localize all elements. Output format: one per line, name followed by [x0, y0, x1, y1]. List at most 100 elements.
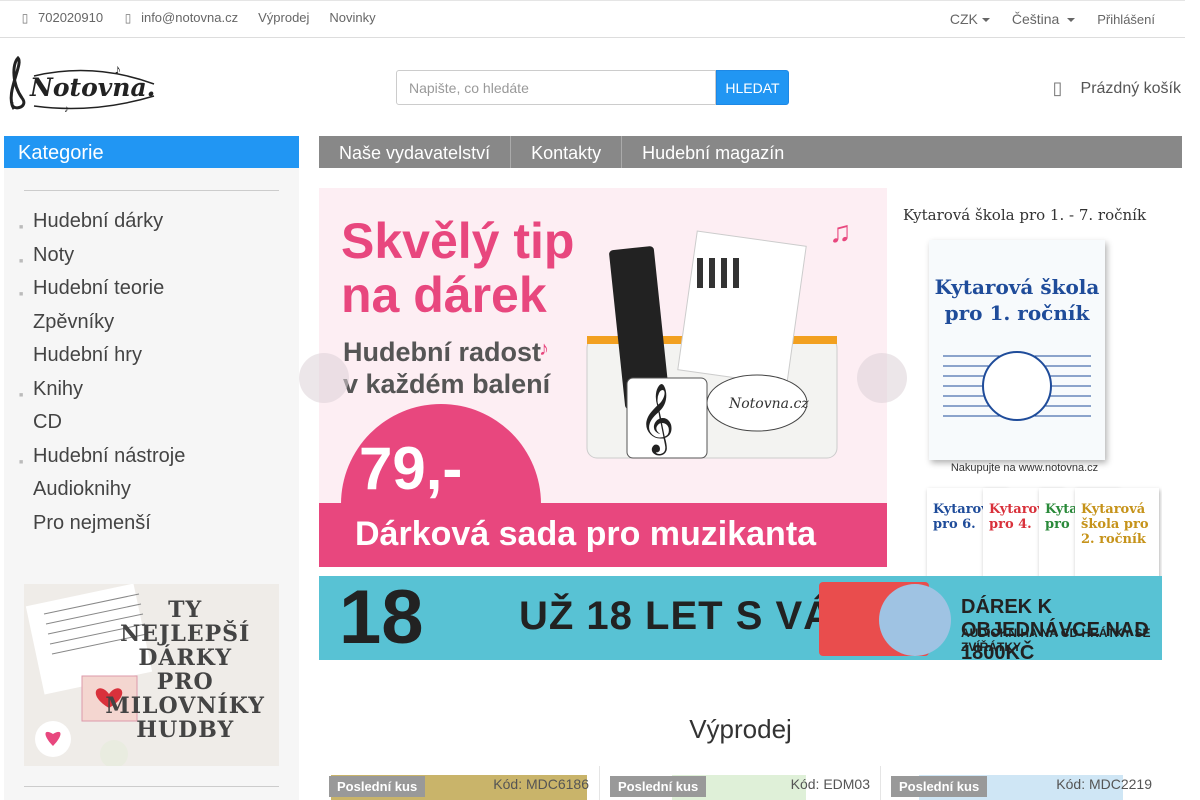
- music-note-icon: ♫: [829, 216, 852, 249]
- sidebar-item-category[interactable]: Hudební hry: [4, 341, 299, 375]
- sidebar-item-category[interactable]: ■ Hudební dárky: [4, 207, 299, 241]
- category-label: Hudební teorie: [33, 277, 165, 299]
- shop-url-text: Nakupujte na www.notovna.cz: [950, 462, 1099, 474]
- category-label: Pro nejmenší: [33, 511, 151, 534]
- promo-text: TY NEJLEPŠÍ DÁRKY PRO MILOVNÍKY HUDBY: [105, 597, 265, 743]
- currency-dropdown[interactable]: CZK: [950, 11, 990, 27]
- language-label: Čeština: [1011, 11, 1060, 27]
- cart-label: Prázdný košík: [1080, 79, 1181, 97]
- expand-bullet-icon[interactable]: ■: [19, 449, 23, 477]
- anniversary-banner[interactable]: 18 UŽ 18 LET S VÁMI DÁREK K OBJEDNÁVCE N…: [319, 576, 1162, 660]
- main-nav: Naše vydavatelství Kontakty Hudební maga…: [319, 136, 1182, 168]
- category-label: CD: [33, 411, 62, 433]
- category-label: Hudební hry: [33, 344, 142, 366]
- product-code: Kód: MDC6186: [493, 776, 589, 792]
- carousel-slide-guitar-school[interactable]: Kytarová škola pro 1. - 7. ročník Kytaro…: [887, 188, 1162, 576]
- sidebar-item-category[interactable]: ■ Noty: [4, 241, 299, 275]
- product-code: Kód: EDM03: [790, 776, 870, 792]
- carousel-next-button[interactable]: [857, 353, 907, 403]
- sidebar-item-category[interactable]: ■ Knihy: [4, 375, 299, 409]
- svg-text:♪: ♪: [64, 104, 69, 115]
- language-dropdown[interactable]: Čeština: [1011, 11, 1076, 27]
- login-link[interactable]: Přihlášení: [1097, 12, 1155, 27]
- category-label: Zpěvníky: [33, 310, 115, 333]
- cd-image: [879, 584, 951, 656]
- currency-label: CZK: [949, 11, 978, 27]
- email-link[interactable]: ▯ info@notovna.cz: [123, 10, 238, 25]
- category-label: Knihy: [33, 377, 84, 400]
- banner-headline-line2: na dárek: [341, 267, 547, 323]
- gift-offer-subtext: AUDIOKNIHA NA CD HRÁTKY SE ZVÍŘÁTKY: [961, 626, 1151, 654]
- site-logo[interactable]: Notovna.cz ♪ ♪: [4, 54, 186, 116]
- banner-sub-line1: Hudební radost: [343, 337, 542, 367]
- chevron-down-icon: [1067, 18, 1076, 23]
- book-cover: Kytarová škola pro 1. ročník: [929, 240, 1105, 460]
- anniversary-number: 18: [339, 576, 424, 660]
- cart-link[interactable]: ▯ Prázdný košík: [1053, 78, 1181, 99]
- svg-text:♪: ♪: [114, 61, 121, 77]
- music-note-icon: ♪: [539, 338, 549, 360]
- category-list: ■ Hudební dárky ■ Noty ■ Hudební teorie Zpěvní…: [4, 207, 299, 542]
- last-item-badge: Poslední kus: [610, 776, 707, 797]
- expand-bullet-icon[interactable]: ■: [19, 281, 23, 309]
- sidebar-item-category[interactable]: CD: [4, 408, 299, 442]
- category-label: Noty: [33, 243, 75, 266]
- banner-headline: Skvělý tip na dárek: [341, 214, 574, 322]
- sidebar-item-category[interactable]: ■ Hudební nástroje: [4, 442, 299, 476]
- carousel-slide-gift-set[interactable]: Skvělý tip na dárek Hudební radost v kaž…: [319, 188, 887, 567]
- gift-promo-banner[interactable]: TY NEJLEPŠÍ DÁRKY PRO MILOVNÍKY HUDBY: [24, 584, 279, 766]
- sale-section-title: Výprodej: [689, 714, 792, 744]
- product-card[interactable]: Poslední kus Kód: MDC6186: [319, 766, 600, 800]
- link-sale[interactable]: Výprodej: [258, 10, 309, 25]
- sidebar-item-category[interactable]: Audioknihy: [4, 475, 299, 509]
- category-label: Hudební nástroje: [33, 444, 186, 467]
- sidebar-item-category[interactable]: ■ Hudební teorie: [4, 274, 299, 308]
- product-card[interactable]: Poslední kus Kód: MDC2219: [881, 766, 1162, 800]
- pencil-case-image: Notovna.cz 𝄞: [586, 230, 838, 459]
- expand-bullet-icon[interactable]: ■: [19, 214, 23, 242]
- banner-subheadline: Hudební radost v každém balení: [343, 336, 550, 400]
- sidebar-item-category[interactable]: Pro nejmenší: [4, 509, 299, 543]
- chevron-down-icon: [981, 18, 990, 23]
- nav-magazine[interactable]: Hudební magazín: [622, 136, 804, 168]
- search-input[interactable]: [396, 70, 716, 105]
- banner-strip: Dárková sada pro muzikanta: [319, 503, 887, 567]
- mini-book-title: Kytarová škola pro 2. ročník: [1081, 502, 1149, 547]
- pouch-logo-text: Notovna.cz: [728, 396, 809, 412]
- link-news[interactable]: Novinky: [329, 10, 375, 25]
- nav-publishing[interactable]: Naše vydavatelství: [319, 136, 512, 168]
- product-code: Kód: MDC2219: [1056, 776, 1152, 792]
- guitar-banner-title: Kytarová škola pro 1. - 7. ročník: [902, 206, 1147, 224]
- search-button[interactable]: HLEDAT: [716, 70, 789, 105]
- last-item-badge: Poslední kus: [329, 776, 426, 797]
- nav-contacts[interactable]: Kontakty: [511, 136, 623, 168]
- sidebar: Kategorie ■ Hudební dárky ■ Noty ■ Hudební te…: [4, 136, 299, 800]
- carousel-prev-button[interactable]: [299, 353, 349, 403]
- last-item-badge: Poslední kus: [891, 776, 988, 797]
- divider: [24, 786, 279, 787]
- divider: [24, 190, 279, 191]
- svg-text:𝄞: 𝄞: [639, 384, 674, 455]
- cart-icon: ▯: [1052, 78, 1063, 98]
- sale-product-list: Poslední kus Kód: MDC6186 Poslední kus K…: [319, 766, 1182, 800]
- price-text: 79,-: [359, 435, 463, 502]
- phone-icon: ▯: [21, 10, 29, 25]
- category-label: Hudební dárky: [33, 210, 164, 232]
- banner-sub-line2: v každém balení: [343, 369, 551, 399]
- product-card[interactable]: Poslední kus Kód: EDM03: [600, 766, 881, 800]
- phone-text: 702020910: [38, 10, 104, 25]
- phone-link[interactable]: ▯ 702020910: [20, 10, 103, 25]
- category-label: Audioknihy: [33, 478, 131, 500]
- categories-heading: Kategorie: [4, 136, 299, 168]
- banner-headline-line1: Skvělý tip: [341, 213, 575, 269]
- expand-bullet-icon[interactable]: ■: [19, 248, 23, 276]
- top-bar: ▯ 702020910 ▯ info@notovna.cz Výprodej N…: [0, 0, 1185, 38]
- sidebar-item-category[interactable]: Zpěvníky: [4, 308, 299, 342]
- svg-text:Notovna.cz: Notovna.cz: [29, 73, 156, 102]
- book-title: Kytarová škola pro 1. ročník: [934, 275, 1100, 325]
- mini-book: Kytarová škola pro 2. ročník: [1075, 488, 1159, 576]
- search-form: HLEDAT: [396, 70, 789, 105]
- email-text: info@notovna.cz: [141, 10, 239, 25]
- email-icon: ▯: [124, 10, 132, 25]
- expand-bullet-icon[interactable]: ■: [19, 382, 23, 410]
